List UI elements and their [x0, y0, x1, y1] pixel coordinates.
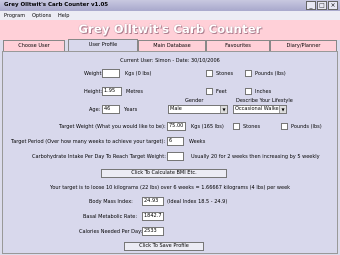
pounds-input[interactable]	[245, 70, 252, 77]
user-profile-panel: Current User: Simon - Date: 30/10/2006 W…	[2, 51, 338, 254]
feet-input[interactable]	[206, 88, 213, 95]
stones-label: Stones	[216, 71, 234, 77]
metres-label: Metres	[126, 89, 143, 95]
tab-favourites[interactable]: Favourites	[206, 40, 270, 51]
bmr-label: Basal Metabolic Rate:	[83, 214, 138, 220]
current-user-text: Current User: Simon - Date: 30/10/2006	[120, 58, 220, 64]
pounds-label: Pounds (lbs)	[255, 71, 286, 77]
gender-value: Male	[170, 106, 182, 112]
age-label: Age:	[89, 107, 101, 113]
target-weight-label: Target Weight (What you would like to be…	[59, 124, 166, 130]
stones-input[interactable]	[206, 70, 213, 77]
bmr-value: 1842.7	[142, 212, 164, 221]
tab-user-profile[interactable]: User Profile	[68, 39, 138, 51]
years-label: Years	[124, 107, 138, 113]
title-bar: Grey Olltwit's Carb Counter v1.05 _ □ ×	[0, 0, 340, 11]
target-pounds-label: Pounds (lbs)	[291, 124, 322, 130]
age-input[interactable]: 46	[102, 105, 120, 114]
window-title: Grey Olltwit's Carb Counter v1.05	[4, 2, 109, 8]
lifestyle-select[interactable]: Occasional Walker ▼	[233, 105, 287, 114]
lifestyle-value: Occasional Walker	[235, 106, 281, 112]
app-banner: Grey Olltwit's Carb Counter	[0, 20, 340, 40]
close-button[interactable]: ×	[328, 1, 338, 10]
tab-main-database[interactable]: Main Database	[138, 40, 206, 51]
feet-label: Feet	[216, 89, 227, 95]
minimize-button[interactable]: _	[306, 1, 316, 10]
inches-input[interactable]	[245, 88, 252, 95]
save-profile-button[interactable]: Click To Save Profile	[124, 242, 204, 251]
weeks-label: Weeks	[189, 139, 206, 145]
target-period-input[interactable]: 6	[167, 137, 184, 146]
target-stones-input[interactable]	[233, 123, 240, 130]
height-input[interactable]: 1.95	[102, 87, 122, 96]
target-period-label: Target Period (Over how many weeks to ac…	[11, 139, 166, 145]
carb-note: Usually 20 for 2 weeks then increasing b…	[191, 154, 320, 160]
calculate-bmi-button[interactable]: Click To Calculate BMI Etc.	[101, 169, 227, 178]
maximize-button[interactable]: □	[317, 1, 327, 10]
weight-label: Weight:	[84, 71, 104, 77]
gender-label: Gender	[185, 98, 204, 104]
menu-help[interactable]: Help	[58, 13, 69, 19]
tab-choose-user[interactable]: Choose User	[3, 40, 65, 51]
bmi-ideal-text: (Ideal Index 18.5 - 24.9)	[167, 199, 228, 205]
menu-bar: Program Options Help	[0, 11, 340, 20]
bmi-value: 24.93	[142, 197, 164, 206]
carb-intake-label: Carbohydrate Intake Per Day To Reach Tar…	[32, 154, 166, 160]
menu-options[interactable]: Options	[32, 13, 51, 19]
height-label: Height:	[84, 89, 103, 95]
inches-label: Inches	[255, 89, 272, 95]
weight-input[interactable]	[102, 69, 120, 78]
target-weight-input[interactable]: 75.00	[167, 122, 186, 131]
target-pounds-input[interactable]	[281, 123, 288, 130]
banner-title: Grey Olltwit's Carb Counter	[78, 22, 262, 36]
lifestyle-label: Describe Your Lifestyle	[236, 98, 293, 104]
gender-select[interactable]: Male ▼	[168, 105, 228, 114]
target-stones-label: Stones	[243, 124, 261, 130]
carb-intake-input[interactable]	[167, 152, 184, 161]
target-result-text: Your target is to loose 10 kilograms (22…	[49, 185, 291, 191]
chevron-down-icon: ▼	[279, 106, 286, 113]
chevron-down-icon: ▼	[220, 106, 227, 113]
bmi-label: Body Mass Index:	[89, 199, 133, 205]
kgs-label: Kgs (0 lbs)	[125, 71, 152, 77]
calories-value: 2533	[142, 227, 164, 236]
menu-program[interactable]: Program	[4, 13, 25, 19]
calories-label: Calories Needed Per Day:	[79, 229, 143, 235]
tab-diary-planner[interactable]: Diary/Planner	[270, 40, 337, 51]
target-kgs-label: Kgs (165 lbs)	[191, 124, 224, 130]
